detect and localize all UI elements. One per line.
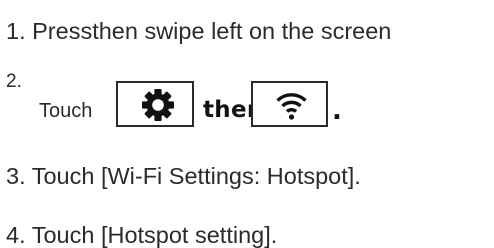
step-2-period: . bbox=[332, 96, 342, 126]
gear-icon bbox=[142, 89, 174, 121]
step-2-number: 2. bbox=[6, 71, 22, 92]
settings-icon-box bbox=[116, 81, 194, 127]
step-4-text: 4. Touch [Hotspot setting]. bbox=[6, 222, 278, 248]
wifi-icon-box bbox=[251, 81, 328, 127]
wifi-icon bbox=[276, 93, 307, 120]
step-3-text: 3. Touch [Wi-Fi Settings: Hotspot]. bbox=[6, 163, 361, 189]
step-1-text: 1. Pressthen swipe left on the screen bbox=[6, 18, 392, 44]
step-2-touch-text: Touch bbox=[39, 100, 93, 122]
